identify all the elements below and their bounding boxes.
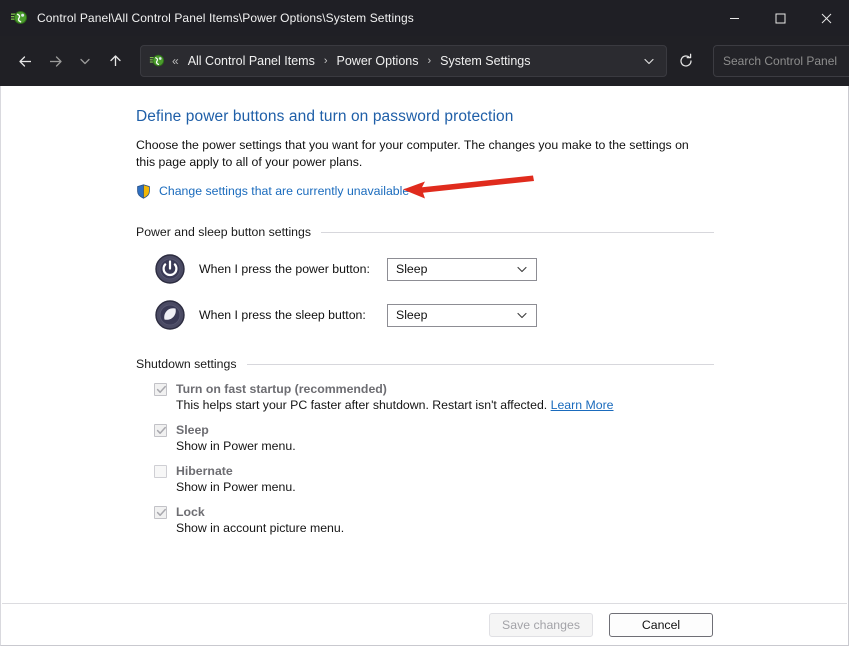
fast-startup-description: This helps start your PC faster after sh…: [176, 398, 714, 412]
forward-arrow-icon[interactable]: [40, 46, 70, 76]
page-title: Define power buttons and turn on passwor…: [136, 108, 714, 126]
address-chevron-down-icon[interactable]: [642, 54, 656, 68]
power-button-icon: [154, 253, 186, 285]
section-divider: [321, 232, 714, 233]
sleep-button-action-select[interactable]: Sleep: [387, 304, 537, 327]
maximize-button[interactable]: [757, 0, 803, 36]
hibernate-description: Show in Power menu.: [176, 480, 714, 494]
breadcrumb-power-options[interactable]: Power Options: [334, 52, 422, 70]
footer-actions: Save changes Cancel: [1, 604, 848, 645]
power-section-header: Power and sleep button settings: [136, 225, 714, 239]
back-arrow-icon[interactable]: [10, 46, 40, 76]
sleep-button-setting-row: When I press the sleep button: Sleep: [154, 299, 714, 331]
check-icon: [156, 384, 167, 395]
breadcrumb-separator-icon: ›: [427, 55, 431, 67]
breadcrumb-separator-icon: ›: [324, 55, 328, 67]
hibernate-label: Hibernate: [176, 464, 233, 478]
fast-startup-checkbox[interactable]: [154, 383, 167, 396]
sleep-button-action-value: Sleep: [396, 308, 427, 322]
learn-more-link[interactable]: Learn More: [551, 398, 614, 412]
power-button-setting-row: When I press the power button: Sleep: [154, 253, 714, 285]
search-input[interactable]: [714, 54, 849, 68]
lock-description: Show in account picture menu.: [176, 521, 714, 535]
cancel-button[interactable]: Cancel: [609, 613, 713, 637]
uac-link-row: Change settings that are currently unava…: [136, 181, 714, 201]
sleep-checkbox[interactable]: [154, 424, 167, 437]
change-settings-unavailable-link[interactable]: Change settings that are currently unava…: [159, 184, 409, 198]
up-arrow-icon[interactable]: [100, 46, 130, 76]
title-bar: Control Panel\All Control Panel Items\Po…: [0, 0, 849, 36]
address-bar[interactable]: « All Control Panel Items › Power Option…: [140, 45, 667, 77]
shutdown-section-label: Shutdown settings: [136, 357, 237, 371]
control-panel-icon: [10, 9, 28, 27]
power-button-label: When I press the power button:: [199, 262, 387, 276]
minimize-button[interactable]: [711, 0, 757, 36]
navigation-bar: « All Control Panel Items › Power Option…: [0, 36, 849, 86]
hibernate-checkbox[interactable]: [154, 465, 167, 478]
sleep-description: Show in Power menu.: [176, 439, 714, 453]
recent-locations-chevron-down-icon[interactable]: [70, 46, 100, 76]
close-button[interactable]: [803, 0, 849, 36]
page-body: Define power buttons and turn on passwor…: [136, 108, 714, 535]
lock-checkbox[interactable]: [154, 506, 167, 519]
sleep-button-label: When I press the sleep button:: [199, 308, 387, 322]
control-panel-window: Control Panel\All Control Panel Items\Po…: [0, 0, 849, 646]
breadcrumb-all-control-panel-items[interactable]: All Control Panel Items: [185, 52, 318, 70]
lock-label: Lock: [176, 505, 205, 519]
sleep-button-icon: [154, 299, 186, 331]
search-box[interactable]: [713, 45, 849, 77]
address-overflow-indicator[interactable]: «: [172, 54, 179, 68]
checkbox-row-hibernate[interactable]: Hibernate: [154, 464, 714, 478]
red-arrow-annotation-icon: [401, 175, 536, 210]
chevron-down-icon: [516, 263, 528, 275]
content-area: Define power buttons and turn on passwor…: [0, 86, 849, 646]
power-button-action-select[interactable]: Sleep: [387, 258, 537, 281]
checkbox-row-sleep[interactable]: Sleep: [154, 423, 714, 437]
save-changes-button[interactable]: Save changes: [489, 613, 593, 637]
address-control-panel-icon: [149, 53, 165, 69]
checkbox-row-fast-startup[interactable]: Turn on fast startup (recommended): [154, 382, 714, 396]
checkbox-row-lock[interactable]: Lock: [154, 505, 714, 519]
window-controls: [711, 0, 849, 36]
sleep-label: Sleep: [176, 423, 209, 437]
check-icon: [156, 425, 167, 436]
breadcrumb-system-settings[interactable]: System Settings: [437, 52, 533, 70]
power-button-action-value: Sleep: [396, 262, 427, 276]
window-title: Control Panel\All Control Panel Items\Po…: [37, 11, 414, 25]
chevron-down-icon: [516, 309, 528, 321]
section-divider: [247, 364, 715, 365]
refresh-icon[interactable]: [671, 46, 701, 76]
check-icon: [156, 507, 167, 518]
page-description: Choose the power settings that you want …: [136, 137, 698, 171]
fast-startup-description-text: This helps start your PC faster after sh…: [176, 398, 547, 412]
shutdown-section-header: Shutdown settings: [136, 357, 714, 371]
power-section-label: Power and sleep button settings: [136, 225, 311, 239]
uac-shield-icon: [136, 184, 151, 199]
fast-startup-label: Turn on fast startup (recommended): [176, 382, 387, 396]
